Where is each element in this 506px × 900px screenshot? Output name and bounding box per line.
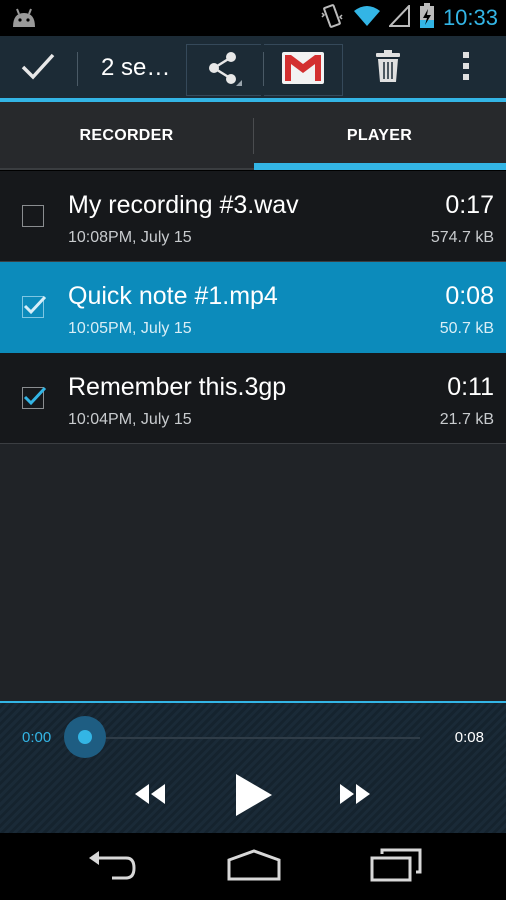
fast-forward-button[interactable] [338,782,372,811]
battery-charging-icon [419,2,435,34]
share-button[interactable] [186,44,261,96]
tab-selected-indicator [254,163,506,170]
share-icon [204,50,244,91]
recording-size: 574.7 kB [430,229,494,246]
recording-duration: 0:08 [445,282,494,310]
fast-forward-icon [338,784,372,810]
recordings-list: My recording #3.wav 10:08PM, July 15 0:1… [0,171,506,701]
back-button[interactable] [86,848,138,889]
play-icon [232,774,274,822]
player-accent-line [0,701,506,703]
home-icon [226,849,282,886]
recording-row[interactable]: My recording #3.wav 10:08PM, July 15 0:1… [0,171,506,262]
vibrate-icon [319,3,345,34]
home-button[interactable] [226,848,282,887]
recording-row[interactable]: Quick note #1.mp4 10:05PM, July 15 0:08 … [0,262,506,353]
gmail-button[interactable] [264,44,343,96]
android-icon [10,7,38,34]
seek-thumb-dot [78,730,92,744]
done-button[interactable] [0,36,76,100]
row-checkbox[interactable] [22,295,47,318]
recording-size: 50.7 kB [439,320,494,337]
signal-icon [387,2,411,32]
selection-count-title: 2 se… [101,54,171,81]
recording-name: Remember this.3gp [68,373,287,401]
row-checkbox[interactable] [22,386,47,409]
recording-date: 10:05PM, July 15 [68,320,192,337]
recents-icon [370,848,422,886]
checkmark-icon [23,295,47,315]
rewind-button[interactable] [133,782,167,811]
done-check-icon [20,51,56,86]
back-icon [86,851,138,888]
recording-date: 10:08PM, July 15 [68,229,192,246]
recording-name: Quick note #1.mp4 [68,282,278,310]
status-time: 10:33 [442,5,498,30]
status-bar: 10:33 [0,0,506,36]
rewind-icon [133,784,167,810]
row-checkbox[interactable] [22,205,44,227]
current-time: 0:00 [22,729,52,746]
overflow-menu-icon [462,51,470,86]
recording-row[interactable]: Remember this.3gp 10:04PM, July 15 0:11 … [0,353,506,444]
tab-recorder[interactable]: RECORDER [0,102,253,170]
total-time: 0:08 [454,729,484,746]
trash-icon [374,49,402,88]
recents-button[interactable] [370,848,422,887]
recording-duration: 0:17 [445,191,494,219]
seek-track[interactable] [86,737,420,739]
recording-size: 21.7 kB [439,411,494,428]
divider [77,52,78,86]
wifi-icon [353,5,381,32]
tab-player[interactable]: PLAYER [253,102,506,170]
checkmark-icon [23,386,47,406]
delete-button[interactable] [358,36,418,100]
recording-duration: 0:11 [447,373,494,401]
recording-name: My recording #3.wav [68,191,299,219]
overflow-menu-button[interactable] [440,36,492,100]
play-button[interactable] [232,772,274,823]
tab-divider [253,118,254,154]
recording-date: 10:04PM, July 15 [68,411,192,428]
gmail-icon [281,51,325,90]
